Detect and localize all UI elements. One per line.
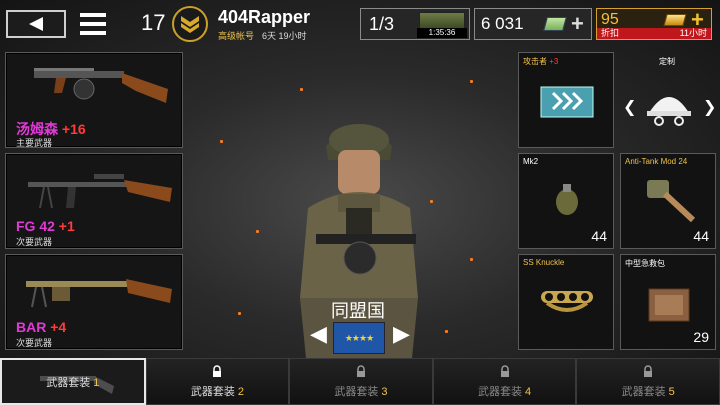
menu-icon-bar: [80, 22, 106, 26]
tab-number: 5: [668, 385, 675, 398]
tab-text: 武器套装: [334, 385, 379, 398]
weapon-name: BAR +4: [16, 319, 66, 335]
tab-text: 武器套装: [46, 376, 91, 389]
primary-weapon-card[interactable]: 汤姆森 +16 主要武器: [5, 52, 183, 148]
weapon-type: 次要武器: [16, 237, 53, 247]
item-name: Mk2: [523, 157, 539, 166]
grenade-slot[interactable]: Mk2 44: [518, 153, 614, 249]
discount-time: 11小时: [679, 28, 707, 38]
menu-button[interactable]: [80, 11, 106, 37]
allies-flag-icon[interactable]: ★★★★: [333, 322, 385, 354]
medkit-icon: [648, 288, 690, 322]
cash-value: 6 031: [481, 14, 524, 33]
custom-prev-arrow-icon[interactable]: ❮: [623, 97, 636, 117]
discount-label: 折扣: [601, 28, 620, 38]
fg42-rifle-icon: [28, 174, 172, 209]
back-arrow-icon: [29, 17, 43, 31]
secondary-weapon-card-2[interactable]: BAR +4 次要武器: [5, 254, 183, 350]
weapon-type: 次要武器: [16, 338, 53, 348]
stick-grenade-icon: [647, 180, 696, 223]
tab-label: 武器套装 5: [622, 383, 675, 399]
tab-text: 武器套装: [621, 385, 666, 398]
weapon-upgrade: +16: [61, 121, 86, 137]
tab-label: 武器套装 3: [334, 383, 387, 399]
tab-text: 武器套装: [478, 385, 523, 398]
supply-box[interactable]: 1/3 1:35:36: [360, 8, 470, 40]
gold-bar-icon: [663, 14, 687, 26]
knuckle-slot[interactable]: SS Knuckle: [518, 254, 614, 350]
thompson-gun-icon: [34, 68, 168, 103]
lock-icon: [500, 365, 509, 377]
lock-icon: [644, 365, 653, 377]
weapon-name-text: BAR: [16, 319, 47, 335]
loadout-tabs: 武器套装 1 武器套装 2 武器套装 3 武器套装 4 武器套装 5: [0, 358, 720, 405]
faction-name: 同盟国: [331, 301, 385, 321]
tank-icon: [419, 12, 465, 29]
item-count: 44: [693, 228, 709, 244]
weapon-upgrade: +1: [58, 218, 75, 234]
item-name: Anti-Tank Mod 24: [625, 157, 688, 166]
player-name[interactable]: 404Rapper: [218, 7, 310, 28]
item-count: 44: [591, 228, 607, 244]
gold-value: 95: [601, 11, 619, 28]
perk-name: 攻击者: [523, 57, 547, 66]
menu-icon-bar: [80, 31, 106, 35]
medkit-slot[interactable]: 中型急救包 29: [620, 254, 716, 350]
faction-prev-arrow-icon[interactable]: ◀: [310, 321, 327, 347]
helmet-icon: [647, 97, 691, 126]
loadout-tab-3[interactable]: 武器套装 3: [289, 358, 433, 405]
weapon-name: FG 42 +1: [16, 218, 75, 234]
discount-bar: 折扣 11小时: [597, 28, 711, 39]
back-button[interactable]: [6, 10, 66, 38]
supply-timer: 1:35:36: [417, 28, 467, 38]
tab-number: 2: [237, 385, 244, 398]
anti-tank-slot[interactable]: Anti-Tank Mod 24 44: [620, 153, 716, 249]
lock-icon: [356, 365, 365, 377]
weapon-name-text: 汤姆森: [16, 121, 58, 137]
perk-slot[interactable]: 攻击者 +3: [518, 52, 614, 148]
loadout-tab-1[interactable]: 武器套装 1: [0, 358, 146, 405]
custom-next-arrow-icon[interactable]: ❯: [703, 97, 716, 117]
rank-badge-icon[interactable]: [172, 6, 208, 42]
player-level: 17: [141, 10, 166, 35]
secondary-weapon-card-1[interactable]: FG 42 +1 次要武器: [5, 153, 183, 249]
bar-rifle-icon: [26, 279, 172, 308]
grenade-icon: [556, 184, 578, 215]
account-type: 高级帐号: [218, 31, 255, 41]
cash-icon: [543, 17, 567, 31]
tab-text: 武器套装: [190, 385, 235, 398]
tab-number: 3: [381, 385, 388, 398]
tab-number: 1: [93, 376, 100, 389]
loadout-tab-5[interactable]: 武器套装 5: [576, 358, 720, 405]
item-name: SS Knuckle: [523, 258, 565, 267]
perk-title: 攻击者 +3: [523, 56, 558, 67]
gold-box[interactable]: 95 + 折扣 11小时: [596, 8, 712, 40]
tab-label: 武器套装 1: [46, 374, 99, 390]
cash-box[interactable]: 6 031 +: [474, 8, 592, 40]
lock-icon: [213, 365, 222, 377]
supply-count: 1/3: [369, 14, 395, 34]
weapon-type: 主要武器: [16, 138, 53, 148]
perk-level: +3: [549, 57, 559, 66]
loadout-tab-2[interactable]: 武器套装 2: [145, 358, 290, 405]
perk-emblem-icon: [540, 86, 594, 118]
account-time-remaining: 6天 19小时: [262, 31, 307, 41]
brass-knuckle-icon: [541, 291, 593, 312]
custom-label: 定制: [659, 57, 675, 66]
tab-number: 4: [525, 385, 532, 398]
weapon-upgrade: +4: [50, 319, 67, 335]
item-count: 29: [693, 329, 709, 345]
add-cash-icon[interactable]: +: [571, 13, 584, 35]
menu-icon-bar: [80, 13, 106, 17]
tab-label: 武器套装 4: [478, 383, 531, 399]
weapon-name-text: FG 42: [16, 218, 55, 234]
tab-label: 武器套装 2: [191, 383, 244, 399]
faction-next-arrow-icon[interactable]: ▶: [393, 321, 410, 347]
custom-slot[interactable]: 定制 ❮ ❯: [620, 52, 716, 148]
loadout-tab-4[interactable]: 武器套装 4: [432, 358, 577, 405]
item-name: 中型急救包: [625, 259, 665, 268]
